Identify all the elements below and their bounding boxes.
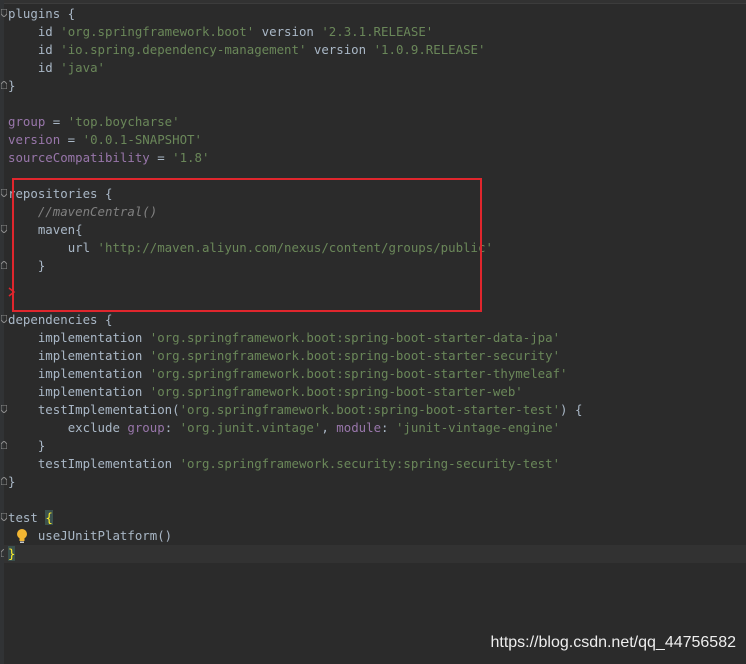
code-line[interactable]: dependencies { [8, 311, 112, 329]
code-text: : [164, 420, 180, 435]
editor-gutter [0, 0, 4, 664]
code-line[interactable]: testImplementation 'org.springframework.… [8, 455, 560, 473]
code-text: dependencies { [8, 312, 113, 327]
code-line[interactable]: version = '0.0.1-SNAPSHOT' [8, 131, 202, 149]
keyword: id [37, 60, 61, 75]
highlight-box [12, 178, 482, 312]
code-line[interactable]: } [8, 473, 15, 491]
code-line[interactable]: id 'io.spring.dependency-management' ver… [8, 41, 486, 59]
operator: = [149, 150, 173, 165]
keyword: implementation [37, 384, 150, 399]
code-line[interactable]: id 'java' [8, 59, 105, 77]
string-literal: 'org.springframework.boot' [60, 24, 255, 39]
code-line[interactable]: } [8, 437, 45, 455]
fold-icon[interactable] [1, 225, 7, 233]
code-text: plugins { [8, 6, 76, 21]
fold-icon[interactable] [1, 441, 7, 449]
fold-icon[interactable] [1, 9, 7, 17]
string-literal: '1.8' [172, 150, 210, 165]
string-literal: 'io.spring.dependency-management' [60, 42, 307, 57]
keyword: implementation [37, 348, 150, 363]
field-name: group [8, 114, 46, 129]
code-text: , [321, 420, 337, 435]
code-line[interactable]: implementation 'org.springframework.boot… [8, 347, 560, 365]
fold-icon[interactable] [1, 81, 7, 89]
code-line[interactable]: plugins { [8, 5, 75, 23]
fold-icon[interactable] [1, 405, 7, 413]
lightbulb-icon[interactable] [15, 528, 29, 544]
field-name: version [8, 132, 61, 147]
param-name: group [127, 420, 165, 435]
operator: = [60, 132, 83, 147]
matched-brace: { [45, 510, 53, 525]
code-text: } [8, 474, 16, 489]
watermark-text: https://blog.csdn.net/qq_44756582 [490, 634, 736, 651]
editor-top-border [0, 0, 746, 4]
string-literal: 'java' [60, 60, 105, 75]
keyword: testImplementation [37, 456, 180, 471]
keyword: version [254, 24, 322, 39]
fold-icon[interactable] [1, 477, 7, 485]
string-literal: 'org.springframework.boot:spring-boot-st… [149, 384, 523, 399]
keyword: implementation [37, 330, 150, 345]
string-literal: 'org.junit.vintage' [179, 420, 322, 435]
keyword: version [306, 42, 374, 57]
code-line[interactable]: exclude group: 'org.junit.vintage', modu… [8, 419, 560, 437]
string-literal: 'org.springframework.boot:spring-boot-st… [149, 366, 568, 381]
field-name: sourceCompatibility [8, 150, 150, 165]
fold-icon[interactable] [1, 315, 7, 323]
fold-icon[interactable] [1, 261, 7, 269]
code-line[interactable]: implementation 'org.springframework.boot… [8, 383, 523, 401]
string-literal: 'top.boycharse' [67, 114, 180, 129]
string-literal: 'org.springframework.security:spring-sec… [179, 456, 561, 471]
fold-icon[interactable] [1, 189, 7, 197]
string-literal: 'org.springframework.boot:spring-boot-st… [149, 330, 561, 345]
code-line[interactable]: } [8, 77, 15, 95]
code-line[interactable]: test { [8, 509, 53, 527]
string-literal: '2.3.1.RELEASE' [321, 24, 434, 39]
keyword: id [37, 42, 61, 57]
keyword: test [8, 510, 46, 525]
current-code-line[interactable]: } [4, 545, 746, 563]
keyword: testImplementation( [37, 402, 180, 417]
string-literal: '1.0.9.RELEASE' [373, 42, 486, 57]
code-text: useJUnitPlatform() [37, 528, 173, 543]
string-literal: '0.0.1-SNAPSHOT' [82, 132, 202, 147]
string-literal: 'junit-vintage-engine' [395, 420, 561, 435]
param-name: module [336, 420, 382, 435]
code-text: } [8, 78, 16, 93]
keyword: exclude [67, 420, 128, 435]
code-line[interactable]: implementation 'org.springframework.boot… [8, 365, 568, 383]
matched-brace: } [8, 546, 16, 561]
keyword: id [37, 24, 61, 39]
code-text: : [381, 420, 396, 435]
fold-icon[interactable] [1, 513, 7, 521]
code-editor[interactable]: plugins { id 'org.springframework.boot' … [0, 0, 746, 664]
string-literal: 'org.springframework.boot:spring-boot-st… [149, 348, 561, 363]
code-line[interactable]: testImplementation('org.springframework.… [8, 401, 583, 419]
code-line[interactable]: sourceCompatibility = '1.8' [8, 149, 209, 167]
code-line[interactable]: group = 'top.boycharse' [8, 113, 180, 131]
code-text: } [37, 438, 46, 453]
code-text: ) { [560, 402, 583, 417]
code-line[interactable]: implementation 'org.springframework.boot… [8, 329, 560, 347]
string-literal: 'org.springframework.boot:spring-boot-st… [179, 402, 561, 417]
code-line[interactable]: useJUnitPlatform() [8, 527, 172, 545]
code-line[interactable]: id 'org.springframework.boot' version '2… [8, 23, 433, 41]
keyword: implementation [37, 366, 150, 381]
operator: = [45, 114, 68, 129]
